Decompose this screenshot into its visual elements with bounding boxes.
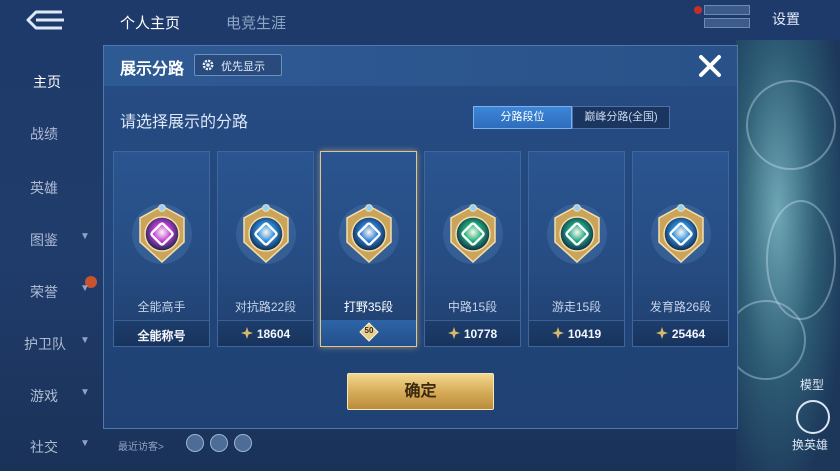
lane-score: 10419 [529,327,624,341]
lane-card[interactable]: 游走15段 10419 [528,151,625,347]
swap-hero-button[interactable]: 换英雄 [792,436,828,453]
nav-item-label: 游戏 [30,388,58,404]
model-button[interactable]: 模型 [800,376,824,393]
tab-esports-career[interactable]: 电竞生涯 [226,12,286,33]
lane-score-value: 10419 [567,327,602,341]
lane-card[interactable]: 对抗路22段 18604 [217,151,314,347]
lane-card[interactable]: 打野35段 50 [320,151,417,347]
lane-card-footer: 10419 [529,320,624,346]
lane-display-dialog: 展示分路 优先显示 请选择展示的分路 分路段位 巅峰分路(全国) 全能高手全能称… [103,45,738,429]
farm-lane-emblem-icon [651,200,711,268]
power-score-icon [551,327,564,339]
nav-item-label: 战绩 [30,126,58,142]
lane-card-footer: 50 [321,320,416,346]
swap-hero-icon[interactable] [796,400,830,434]
lane-card-footer: 18604 [218,320,313,346]
region-mini-bar [704,5,750,15]
all-round-emblem-icon [132,200,192,268]
roam-emblem-icon [547,200,607,268]
nav-item-guard[interactable]: 护卫队 ▼ [0,330,104,356]
nav-item-record[interactable]: 战绩 [0,120,104,146]
lane-score: 10778 [425,327,520,341]
art-swirl [736,300,806,380]
back-arrow-icon[interactable] [22,8,70,32]
nav-item-label: 护卫队 [24,336,66,352]
visitor-avatar[interactable] [186,434,204,452]
lane-score: 25464 [633,327,728,341]
left-nav: 主页 战绩 英雄 图鉴 ▼ 荣誉 ▼ 护卫队 ▼ 游戏 ▼ 社交 ▼ [0,40,110,471]
top-bar: 个人主页 电竞生涯 设置 [0,0,840,40]
visitor-avatar[interactable] [210,434,228,452]
lane-card-footer: 10778 [425,320,520,346]
lane-score: 18604 [218,327,313,341]
nav-item-games[interactable]: 游戏 ▼ [0,382,104,408]
mid-lane-emblem-icon [443,200,503,268]
priority-display-label: 优先显示 [221,61,265,73]
lane-card-label: 对抗路22段 [234,300,297,314]
lane-card-footer: 25464 [633,320,728,346]
gear-icon [201,58,215,72]
visitor-avatar[interactable] [234,434,252,452]
recent-visitors-link[interactable]: 最近访客> [118,438,164,453]
flag-icon [694,6,702,14]
nav-item-label: 主页 [33,74,61,90]
confirm-button[interactable]: 确定 [347,373,494,410]
dialog-title: 展示分路 [120,61,185,78]
lane-score: 全能称号 [114,327,209,344]
lane-card-label: 打野35段 [343,300,394,314]
nav-item-label: 图鉴 [30,232,58,248]
lane-card[interactable]: 全能高手 全能称号 [113,151,210,347]
lane-card-label: 中路15段 [447,300,498,314]
nav-item-label: 英雄 [30,180,58,196]
power-score-icon [240,327,253,339]
lane-score-value: 10778 [463,327,498,341]
nav-item-label: 荣誉 [30,284,58,300]
chevron-down-icon: ▼ [80,283,90,294]
tab-lane-rank[interactable]: 分路段位 [473,106,572,129]
jungle-emblem-icon [339,200,399,268]
nav-item-label: 社交 [30,439,58,455]
dialog-header: 展示分路 优先显示 [104,46,737,86]
nav-item-honor[interactable]: 荣誉 ▼ [0,276,104,304]
lane-select-prompt: 请选择展示的分路 [120,114,249,131]
lane-card-label: 游走15段 [551,300,602,314]
priority-display-button[interactable]: 优先显示 [194,54,282,76]
settings-button[interactable]: 设置 [772,9,800,29]
nav-item-home[interactable]: 主页 [0,68,104,94]
close-icon[interactable] [695,51,725,81]
chevron-down-icon: ▼ [80,231,90,242]
lane-score-value: 全能称号 [137,329,186,343]
lane-card-footer: 全能称号 [114,320,209,346]
lane-card[interactable]: 发育路26段 25464 [632,151,729,347]
region-badge [692,2,750,34]
lane-card[interactable]: 中路15段 10778 [424,151,521,347]
art-swirl [746,80,836,170]
tab-peak-lane[interactable]: 巅峰分路(全国) [572,106,670,129]
lane-card-label: 发育路26段 [649,300,712,314]
power-score-icon [447,327,460,339]
lane-card-label: 全能高手 [137,300,186,314]
lane-score-value: 25464 [671,327,706,341]
nav-item-social[interactable]: 社交 ▼ [0,433,104,459]
chevron-down-icon: ▼ [80,438,90,449]
region-mini-bar [704,18,750,28]
chevron-down-icon: ▼ [80,387,90,398]
nav-item-heroes[interactable]: 英雄 [0,174,104,200]
lane-score-value: 18604 [256,327,291,341]
level-badge-icon: 50 [359,322,379,342]
level-badge-value: 50 [364,326,374,335]
nav-item-codex[interactable]: 图鉴 ▼ [0,226,104,252]
chevron-down-icon: ▼ [80,335,90,346]
tab-home[interactable]: 个人主页 [120,12,180,33]
clash-lane-emblem-icon [236,200,296,268]
power-score-icon [655,327,668,339]
